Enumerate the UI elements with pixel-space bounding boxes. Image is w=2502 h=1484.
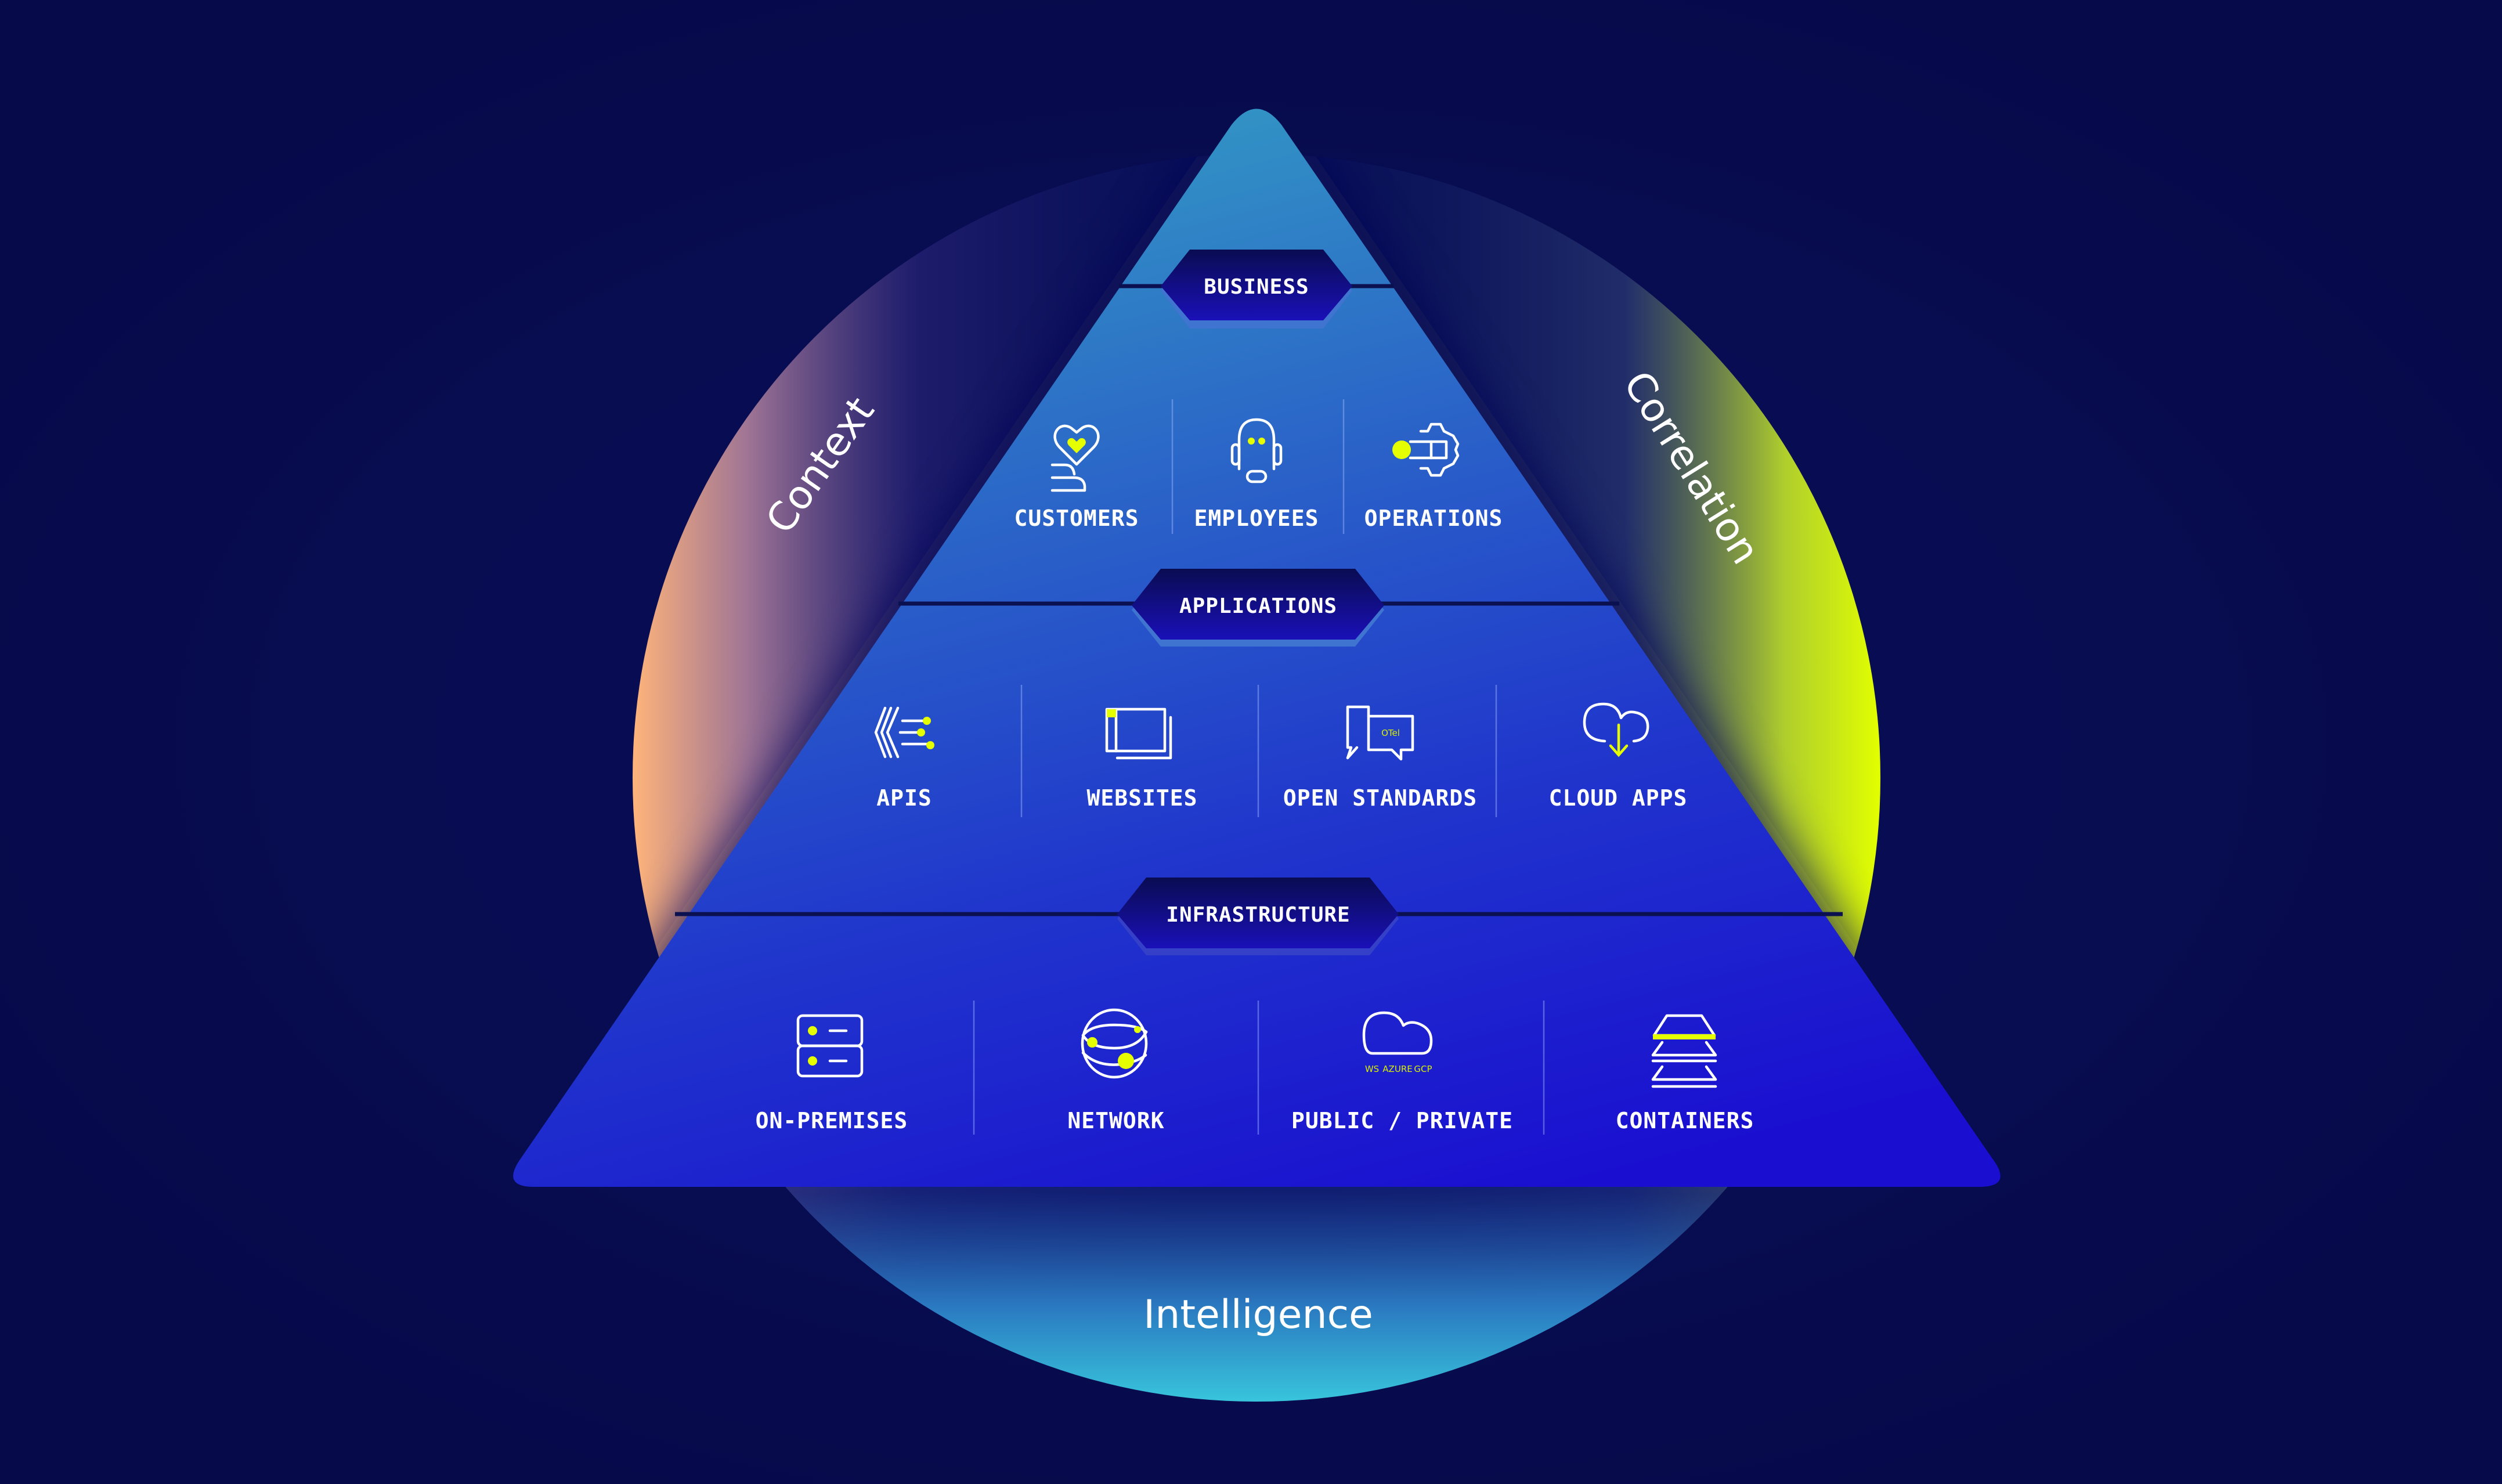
badge-infrastructure-label: INFRASTRUCTURE <box>1166 903 1350 927</box>
item-label: EMPLOYEES <box>1194 506 1319 531</box>
badge-applications-label: APPLICATIONS <box>1179 594 1337 618</box>
item-label: WEBSITES <box>1086 785 1197 811</box>
badge-applications[interactable]: APPLICATIONS <box>1132 569 1384 647</box>
item-label: CLOUD APPS <box>1549 785 1688 811</box>
item-label: ON-PREMISES <box>756 1108 908 1133</box>
otel-text: OTel <box>1381 728 1400 738</box>
badge-business[interactable]: BUSINESS <box>1161 250 1352 328</box>
item-label: CONTAINERS <box>1616 1108 1754 1133</box>
observability-pyramid-diagram: BUSINESS APPLICATIONS INFRASTRUCTURE CUS… <box>0 0 2502 1484</box>
badge-infrastructure[interactable]: INFRASTRUCTURE <box>1117 878 1399 955</box>
item-label: PUBLIC / PRIVATE <box>1291 1108 1513 1133</box>
item-label: OPERATIONS <box>1364 506 1503 531</box>
intelligence-label: Intelligence <box>1143 1292 1373 1338</box>
item-label: CUSTOMERS <box>1014 506 1139 531</box>
provider-ws: WS <box>1365 1064 1379 1074</box>
provider-gcp: GCP <box>1414 1064 1432 1074</box>
item-label: OPEN STANDARDS <box>1283 785 1477 811</box>
badge-business-label: BUSINESS <box>1204 275 1309 299</box>
provider-azure: AZURE <box>1382 1064 1412 1074</box>
item-label: APIS <box>876 785 932 811</box>
item-label: NETWORK <box>1067 1108 1164 1133</box>
